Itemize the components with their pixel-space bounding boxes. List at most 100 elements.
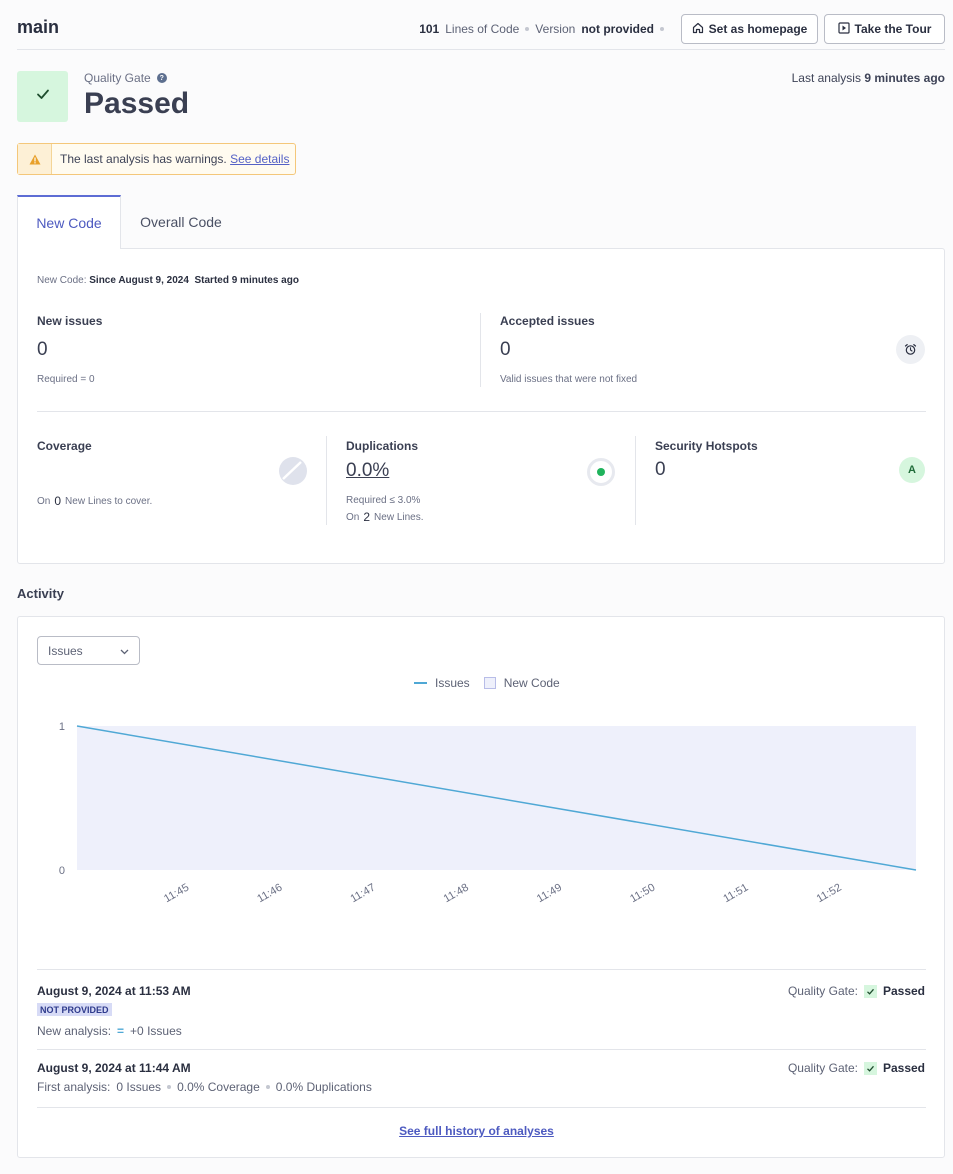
duplications-sub-suffix: New Lines. [374,511,424,523]
new-issues-label: New issues [37,314,103,328]
new-code-period: New Code: Since August 9, 2024 Started 9… [37,275,299,286]
activity-chart: 1 0 11:45 11:46 11:47 11:48 11:49 11:50 11:51 1… [59,721,917,906]
new-code-since: Since August 9, 2024 [89,275,189,286]
quality-gate-label: Quality Gate ? [84,71,167,85]
analysis-divider [37,1107,926,1108]
tab-new-code[interactable]: New Code [17,195,121,249]
alarm-clock-icon [896,335,925,364]
last-analysis-label: Last analysis [791,71,861,85]
equals-icon: = [117,1024,125,1038]
x-tick-label: 11:52 [815,882,844,906]
analysis-coverage: 0.0% Coverage [177,1080,260,1094]
project-meta: 101 Lines of Code Version not provided [419,22,664,36]
play-icon [837,21,850,37]
metric-divider [480,313,481,387]
y-tick-label: 1 [59,721,65,733]
duplications-sub-prefix: On [346,511,360,523]
see-full-history-link[interactable]: See full history of analyses [399,1124,554,1138]
analysis-summary-label: First analysis: [37,1080,111,1094]
x-tick-label: 11:45 [162,882,191,906]
set-homepage-label: Set as homepage [708,22,808,36]
graph-type-value: Issues [48,643,83,658]
analysis-warning-banner: The last analysis has warnings. See deta… [17,143,296,175]
see-details-link[interactable]: See details [230,152,289,166]
x-tick-label: 11:50 [628,882,657,906]
loc-label: Lines of Code [445,22,520,36]
metrics-divider [37,411,926,412]
metric-divider [326,436,327,525]
analysis-quality-gate: Quality Gate: Passed [788,984,925,998]
analysis-summary-label: New analysis: [37,1024,112,1038]
analysis-divider [37,969,926,970]
x-tick-label: 11:47 [348,882,377,906]
new-issues-requirement: Required = 0 [37,374,95,385]
separator-dot [167,1085,172,1089]
legend-issues-swatch [414,682,427,684]
new-issues-value[interactable]: 0 [37,339,48,361]
coverage-subtext: On 0 New Lines to cover. [37,494,152,508]
header-divider [17,49,945,50]
security-hotspots-value[interactable]: 0 [655,459,666,481]
accepted-issues-value[interactable]: 0 [500,339,511,361]
y-tick-label: 0 [59,865,65,877]
legend-newcode-swatch [483,677,496,689]
tab-overall-code[interactable]: Overall Code [121,195,241,248]
security-hotspots-label: Security Hotspots [655,439,758,453]
duplications-requirement: Required ≤ 3.0% [346,495,421,506]
separator-dot [660,27,664,31]
last-analysis-value: 9 minutes ago [864,71,945,85]
security-rating-badge: A [899,457,925,483]
analysis-quality-gate: Quality Gate: Passed [788,1061,925,1075]
set-homepage-button[interactable]: Set as homepage [681,14,818,44]
duplications-label: Duplications [346,439,419,453]
new-code-prefix: New Code: [37,275,87,286]
coverage-lines-count[interactable]: 0 [54,494,61,508]
last-analysis: Last analysis 9 minutes ago [792,71,945,85]
quality-gate-status: Passed [84,87,190,120]
coverage-sub-prefix: On [37,495,51,507]
analysis-issues: 0 Issues [116,1080,162,1094]
legend-issues-label: Issues [435,676,470,690]
quality-gate-value: Passed [882,984,925,998]
warning-text: The last analysis has warnings. [60,152,227,166]
analysis-summary-value: +0 Issues [130,1024,182,1038]
take-tour-label: Take the Tour [854,22,932,36]
duplications-lines-count[interactable]: 2 [363,510,370,524]
activity-title: Activity [17,586,64,601]
check-icon [35,86,51,107]
graph-type-select[interactable]: Issues [37,636,140,665]
help-icon[interactable]: ? [156,73,167,83]
quality-gate-value: Passed [882,1061,925,1075]
legend-newcode-label: New Code [503,676,560,690]
new-code-started: Started 9 minutes ago [194,275,299,286]
accepted-issues-label: Accepted issues [500,314,595,328]
analysis-date: August 9, 2024 at 11:53 AM [37,984,191,998]
duplications-value[interactable]: 0.0% [346,460,389,482]
quality-gate-label: Quality Gate: [787,984,858,998]
check-icon [863,984,877,998]
duplications-indicator-icon [586,457,616,487]
version-label: Version [535,22,576,36]
warning-icon [18,144,52,174]
check-icon [863,1061,877,1075]
accepted-issues-description: Valid issues that were not fixed [500,374,638,385]
branch-name: main [17,17,60,37]
quality-gate-status-box [17,71,68,122]
take-tour-button[interactable]: Take the Tour [824,14,945,44]
analysis-duplications: 0.0% Duplications [275,1080,372,1094]
home-icon [692,22,704,37]
quality-gate-label-text: Quality Gate [84,71,151,85]
analysis-summary: First analysis: 0 Issues 0.0% Coverage 0… [37,1080,372,1094]
analysis-divider [37,1049,926,1050]
metric-divider [635,436,636,525]
coverage-donut-icon [278,456,308,486]
duplications-subtext: On 2 New Lines. [346,510,424,524]
analysis-summary: New analysis: = +0 Issues [37,1024,182,1038]
x-tick-label: 11:46 [255,882,284,906]
version-badge: NOT PROVIDED [37,1003,112,1016]
x-tick-label: 11:49 [535,882,564,906]
quality-gate-label: Quality Gate: [787,1061,858,1075]
coverage-sub-suffix: New Lines to cover. [65,495,153,507]
analysis-date: August 9, 2024 at 11:44 AM [37,1061,191,1075]
new-code-card [17,248,945,564]
